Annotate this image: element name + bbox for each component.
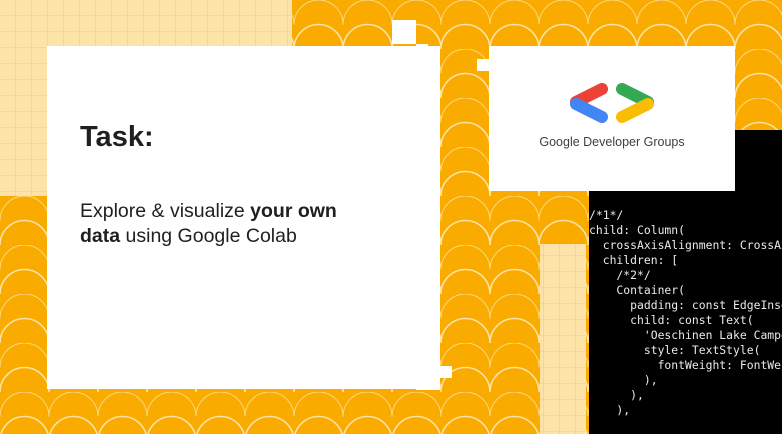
desc-part1: Explore & visualize xyxy=(80,200,251,222)
desc-bold2: data xyxy=(80,225,121,247)
task-description: Explore & visualize your own data using G… xyxy=(80,199,410,249)
task-card: Task: Explore & visualize your own data u… xyxy=(47,46,440,389)
desc-part2: using Google Colab xyxy=(120,225,297,247)
gdg-logo-card: Google Developer Groups xyxy=(489,46,735,191)
task-title: Task: xyxy=(80,121,154,153)
desc-bold1: your own xyxy=(250,200,337,222)
gdg-name: Google Developer Groups xyxy=(539,135,685,149)
deco-square xyxy=(440,366,452,378)
deco-square xyxy=(477,59,489,71)
deco-square xyxy=(392,20,416,44)
gdg-chevrons-icon xyxy=(570,83,654,123)
